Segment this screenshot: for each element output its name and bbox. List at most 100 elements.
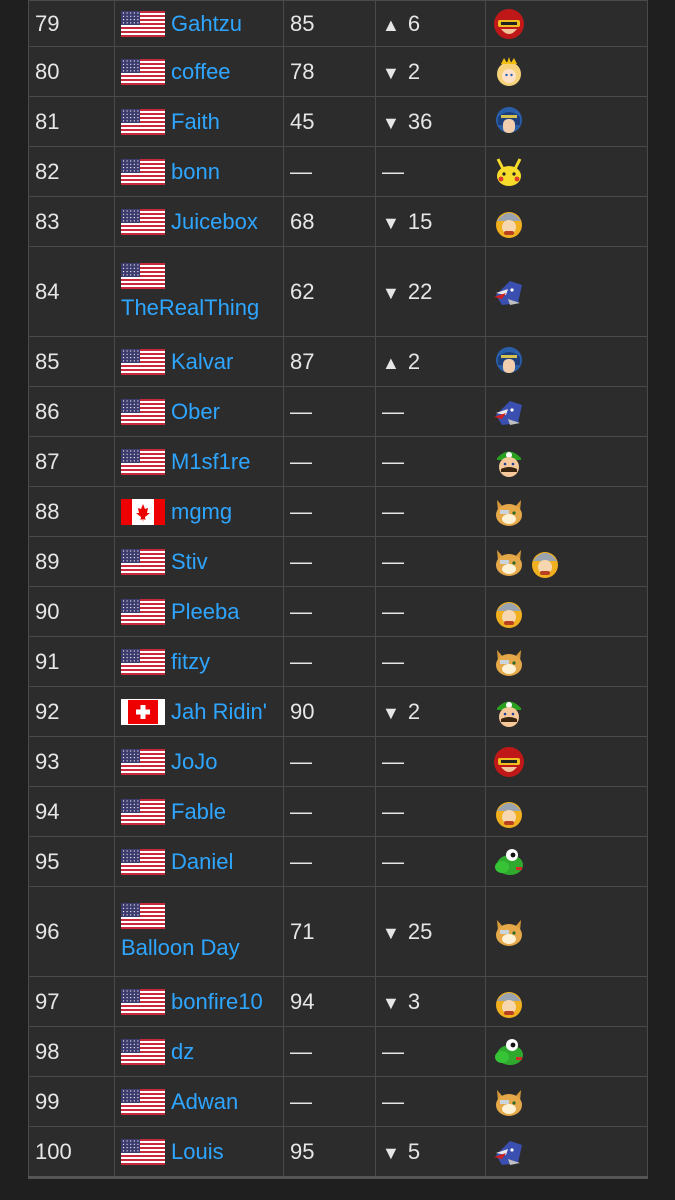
horizontal-scrollbar[interactable] bbox=[28, 1176, 648, 1179]
score-cell: 71 bbox=[283, 886, 376, 977]
characters-cell bbox=[485, 886, 648, 977]
rank-number: 85 bbox=[35, 348, 60, 374]
table-row: 81 Faith 45 ▼ 36 bbox=[28, 96, 648, 147]
us-flag-icon bbox=[121, 598, 165, 625]
change-cell: — bbox=[375, 586, 486, 637]
player-cell: bonn bbox=[114, 146, 284, 197]
player-name-link[interactable]: mgmg bbox=[171, 499, 232, 525]
player-cell: Jah Ridin' bbox=[114, 686, 284, 737]
rank-change-value: 25 bbox=[407, 918, 433, 944]
rank-change-value: — bbox=[382, 448, 404, 474]
rank-number: 98 bbox=[35, 1038, 60, 1064]
player-name-link[interactable]: Stiv bbox=[171, 549, 208, 575]
rank-change-value: — bbox=[382, 498, 404, 524]
us-flag-icon bbox=[121, 548, 165, 575]
score-cell: 87 bbox=[283, 336, 376, 387]
player-entry: coffee bbox=[121, 58, 277, 85]
player-name-link[interactable]: bonn bbox=[171, 159, 220, 185]
player-name-link[interactable]: Kalvar bbox=[171, 349, 233, 375]
fox-icon bbox=[492, 545, 526, 579]
fox-icon bbox=[492, 1085, 526, 1119]
table-row: 97 bonfire10 94 ▼ 3 bbox=[28, 976, 648, 1027]
characters-cell bbox=[485, 836, 648, 887]
arrow-down-icon: ▼ bbox=[382, 62, 400, 83]
player-name-link[interactable]: Ober bbox=[171, 399, 220, 425]
characters-cell bbox=[485, 336, 648, 387]
characters-cell bbox=[485, 146, 648, 197]
character-list bbox=[492, 495, 641, 529]
arrow-down-icon: ▼ bbox=[382, 702, 400, 723]
score-cell: — bbox=[283, 836, 376, 887]
player-name-link[interactable]: JoJo bbox=[171, 749, 217, 775]
characters-cell bbox=[485, 0, 648, 47]
change-cell: — bbox=[375, 486, 486, 537]
player-name-link[interactable]: Juicebox bbox=[171, 209, 258, 235]
change-cell: — bbox=[375, 636, 486, 687]
yoshi-icon bbox=[492, 1035, 526, 1069]
player-name-link[interactable]: dz bbox=[171, 1039, 194, 1065]
change-cell: ▲ 2 bbox=[375, 336, 486, 387]
player-entry: TheRealThing bbox=[121, 262, 277, 321]
characters-cell bbox=[485, 386, 648, 437]
rank-change-value: — bbox=[382, 158, 404, 184]
ice-climbers-icon bbox=[492, 595, 526, 629]
player-name-link[interactable]: bonfire10 bbox=[171, 989, 263, 1015]
arrow-down-icon: ▼ bbox=[382, 922, 400, 943]
change-cell: — bbox=[375, 146, 486, 197]
player-name-link[interactable]: Balloon Day bbox=[121, 935, 240, 961]
characters-cell bbox=[485, 976, 648, 1027]
score-cell: 90 bbox=[283, 686, 376, 737]
character-list bbox=[492, 745, 641, 779]
player-name-link[interactable]: M1sf1re bbox=[171, 449, 250, 475]
fox-icon bbox=[492, 645, 526, 679]
character-list bbox=[492, 275, 641, 309]
player-name-link[interactable]: Adwan bbox=[171, 1089, 238, 1115]
rank-cell: 84 bbox=[28, 246, 115, 337]
rank-cell: 92 bbox=[28, 686, 115, 737]
pikachu-icon bbox=[492, 155, 526, 189]
rank-change-value: 5 bbox=[407, 1138, 421, 1164]
player-name-link[interactable]: Fable bbox=[171, 799, 226, 825]
us-flag-icon bbox=[121, 848, 165, 875]
rank-cell: 85 bbox=[28, 336, 115, 387]
characters-cell bbox=[485, 736, 648, 787]
rank-number: 81 bbox=[35, 108, 60, 134]
player-name-link[interactable]: Faith bbox=[171, 109, 220, 135]
player-name-link[interactable]: coffee bbox=[171, 59, 231, 85]
us-flag-icon bbox=[121, 208, 165, 235]
rank-change-value: — bbox=[382, 848, 404, 874]
player-name-link[interactable]: Jah Ridin' bbox=[171, 699, 267, 725]
player-name-link[interactable]: Daniel bbox=[171, 849, 233, 875]
rank-cell: 88 bbox=[28, 486, 115, 537]
change-cell: — bbox=[375, 736, 486, 787]
rank-number: 89 bbox=[35, 548, 60, 574]
player-name-link[interactable]: TheRealThing bbox=[121, 295, 259, 321]
rank-number: 82 bbox=[35, 158, 60, 184]
player-name-link[interactable]: fitzy bbox=[171, 649, 210, 675]
player-name-link[interactable]: Pleeba bbox=[171, 599, 240, 625]
player-name-link[interactable]: Gahtzu bbox=[171, 11, 242, 37]
change-cell: ▼ 2 bbox=[375, 686, 486, 737]
fox-icon bbox=[492, 915, 526, 949]
rank-change-value: 15 bbox=[407, 208, 433, 234]
table-row: 86 Ober — — bbox=[28, 386, 648, 437]
arrow-down-icon: ▼ bbox=[382, 282, 400, 303]
player-entry: mgmg bbox=[121, 498, 277, 525]
us-flag-icon bbox=[121, 1138, 165, 1165]
player-cell: Kalvar bbox=[114, 336, 284, 387]
marth-icon bbox=[492, 105, 526, 139]
player-cell: M1sf1re bbox=[114, 436, 284, 487]
yoshi-icon bbox=[492, 845, 526, 879]
arrow-down-icon: ▼ bbox=[382, 112, 400, 133]
player-entry: bonfire10 bbox=[121, 988, 277, 1015]
previous-rank-score: — bbox=[290, 158, 312, 184]
player-name-link[interactable]: Louis bbox=[171, 1139, 224, 1165]
rank-number: 86 bbox=[35, 398, 60, 424]
change-cell: ▼ 2 bbox=[375, 46, 486, 97]
character-list bbox=[492, 695, 641, 729]
rank-change-value: — bbox=[382, 648, 404, 674]
marth-icon bbox=[492, 345, 526, 379]
table-row: 90 Pleeba — — bbox=[28, 586, 648, 637]
change-cell: — bbox=[375, 786, 486, 837]
table-row: 85 Kalvar 87 ▲ 2 bbox=[28, 336, 648, 387]
